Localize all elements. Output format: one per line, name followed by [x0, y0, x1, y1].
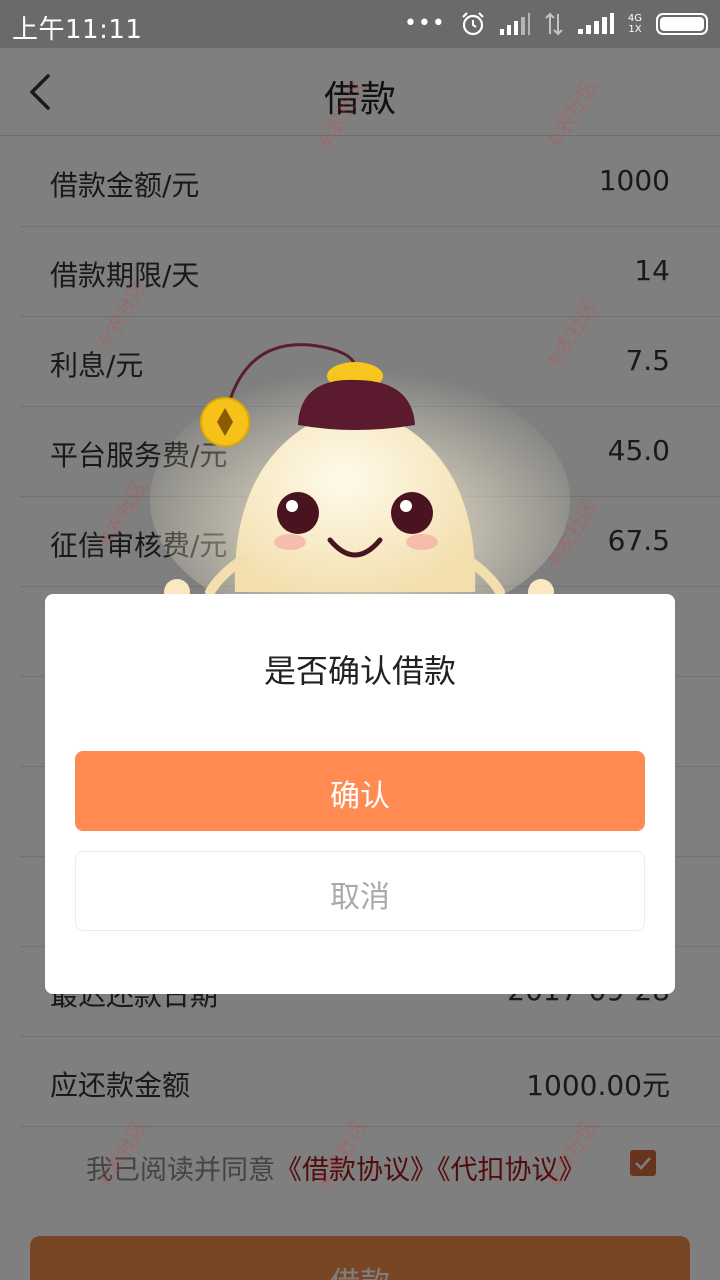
cancel-button[interactable]: 取消 — [75, 851, 645, 931]
status-icons: ••• 4G 1X — [404, 10, 708, 38]
confirm-button-label: 确认 — [330, 779, 390, 814]
network-type-label: 4G 1X — [627, 13, 642, 35]
status-time: 上午11:11 — [12, 15, 143, 45]
signal-icon — [499, 13, 530, 35]
dialog-title: 是否确认借款 — [263, 652, 456, 690]
battery-icon — [656, 13, 708, 35]
signal-strength-icon — [577, 13, 614, 34]
confirm-loan-dialog: 是否确认借款 确认 取消 — [45, 594, 675, 994]
mascot-illustration — [150, 343, 570, 620]
notification-dots-icon: ••• — [403, 11, 446, 36]
data-transfer-icon — [545, 12, 563, 36]
confirm-button[interactable]: 确认 — [75, 751, 645, 831]
alarm-icon — [462, 12, 484, 36]
cancel-button-label: 取消 — [330, 880, 390, 915]
status-bar: 上午11:11 ••• 4G 1X — [0, 0, 720, 48]
